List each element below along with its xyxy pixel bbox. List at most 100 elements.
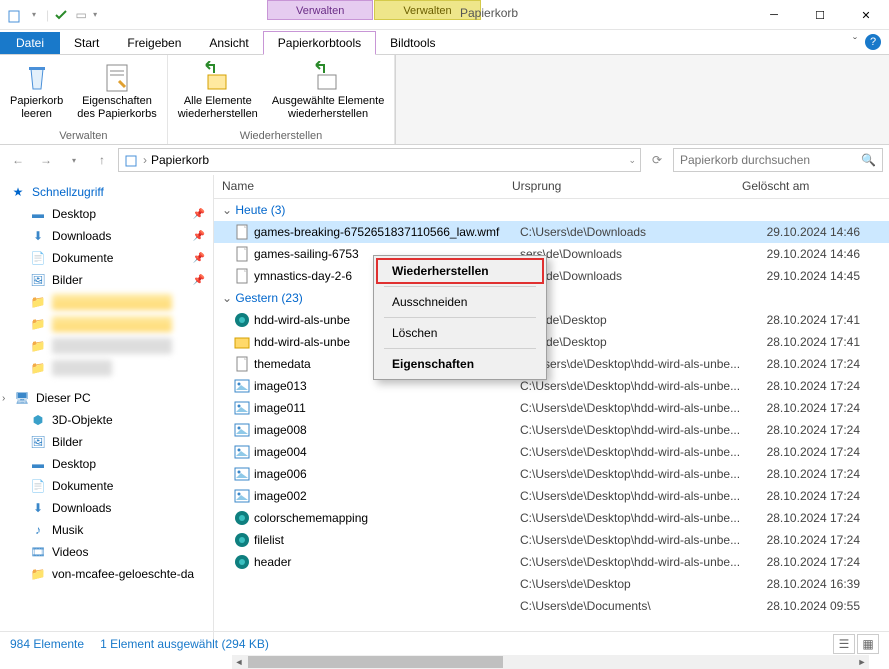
- file-name: image004: [254, 445, 520, 459]
- sidebar-3d-objects[interactable]: ⬢3D-Objekte: [0, 409, 213, 431]
- file-row[interactable]: games-breaking-6752651837110566_law.wmf …: [214, 221, 889, 243]
- address-bar: ← → ▾ ↑ › Papierkorb ⌄ ⟳ 🔍: [0, 145, 889, 175]
- file-row[interactable]: filelist C:\Users\de\Desktop\hdd-wird-al…: [214, 529, 889, 551]
- sidebar-item[interactable]: 📁: [0, 313, 213, 335]
- file-row[interactable]: hdd-wird-als-unbe sers\de\Desktop 28.10.…: [214, 309, 889, 331]
- sidebar-item[interactable]: 📁: [0, 291, 213, 313]
- up-button[interactable]: ↑: [90, 148, 114, 172]
- back-button[interactable]: ←: [6, 148, 30, 172]
- context-cut[interactable]: Ausschneiden: [376, 289, 544, 315]
- pictures-icon: 🖼: [30, 272, 46, 288]
- qat-dropdown-icon[interactable]: ▾: [26, 7, 42, 23]
- address-field[interactable]: › Papierkorb ⌄: [118, 148, 641, 172]
- file-row[interactable]: image006 C:\Users\de\Desktop\hdd-wird-al…: [214, 463, 889, 485]
- sidebar-documents[interactable]: 📄Dokumente📌: [0, 247, 213, 269]
- file-icon: [234, 334, 250, 350]
- sidebar-downloads2[interactable]: ⬇Downloads: [0, 497, 213, 519]
- sidebar-item[interactable]: 📁: [0, 335, 213, 357]
- context-restore[interactable]: Wiederherstellen: [376, 258, 544, 284]
- restore-selected-button[interactable]: Ausgewählte Elemente wiederherstellen: [270, 59, 387, 123]
- sidebar-quick-access[interactable]: ★ Schnellzugriff: [0, 181, 213, 203]
- column-name[interactable]: Name: [214, 175, 504, 198]
- forward-button[interactable]: →: [34, 148, 58, 172]
- refresh-button[interactable]: ⟳: [645, 148, 669, 172]
- maximize-button[interactable]: ☐: [797, 0, 843, 30]
- file-row[interactable]: games-sailing-6753 sers\de\Downloads 29.…: [214, 243, 889, 265]
- ribbon-collapse-icon[interactable]: ˇ: [853, 35, 857, 49]
- file-deleted: 29.10.2024 14:46: [750, 225, 870, 239]
- tab-start[interactable]: Start: [60, 32, 113, 54]
- close-button[interactable]: ✕: [843, 0, 889, 30]
- file-row[interactable]: themedata C:\Users\de\Desktop\hdd-wird-a…: [214, 353, 889, 375]
- context-delete[interactable]: Löschen: [376, 320, 544, 346]
- file-icon: [234, 598, 250, 614]
- file-deleted: 28.10.2024 17:24: [750, 555, 870, 569]
- horizontal-scrollbar[interactable]: ◄ ►: [232, 655, 869, 669]
- file-row[interactable]: C:\Users\de\Documents\ 28.10.2024 09:55: [214, 595, 889, 617]
- sidebar-downloads[interactable]: ⬇Downloads📌: [0, 225, 213, 247]
- file-row[interactable]: image013 C:\Users\de\Desktop\hdd-wird-al…: [214, 375, 889, 397]
- folder-icon: 📁: [30, 316, 46, 332]
- documents-icon: 📄: [30, 250, 46, 266]
- file-row[interactable]: image008 C:\Users\de\Desktop\hdd-wird-al…: [214, 419, 889, 441]
- file-row[interactable]: colorschememapping C:\Users\de\Desktop\h…: [214, 507, 889, 529]
- file-row[interactable]: image002 C:\Users\de\Desktop\hdd-wird-al…: [214, 485, 889, 507]
- file-row[interactable]: ymnastics-day-2-6 sers\de\Downloads 29.1…: [214, 265, 889, 287]
- search-input[interactable]: [680, 153, 876, 167]
- column-deleted[interactable]: Gelöscht am: [734, 175, 854, 198]
- view-details-button[interactable]: ☰: [833, 634, 855, 654]
- sidebar-this-pc[interactable]: ›🖥Dieser PC: [0, 387, 213, 409]
- context-tab-recycle[interactable]: Verwalten: [267, 0, 373, 20]
- group-today[interactable]: Heute (3): [214, 199, 889, 221]
- sidebar-pictures[interactable]: 🖼Bilder📌: [0, 269, 213, 291]
- qat-check-icon[interactable]: [53, 7, 69, 23]
- sidebar-pictures2[interactable]: 🖼Bilder: [0, 431, 213, 453]
- file-row[interactable]: C:\Users\de\Desktop 28.10.2024 16:39: [214, 573, 889, 595]
- file-row[interactable]: hdd-wird-als-unbe sers\de\Desktop 28.10.…: [214, 331, 889, 353]
- file-origin: sers\de\Downloads: [520, 269, 750, 283]
- file-row[interactable]: image011 C:\Users\de\Desktop\hdd-wird-al…: [214, 397, 889, 419]
- tab-share[interactable]: Freigeben: [113, 32, 195, 54]
- sidebar-desktop[interactable]: ▬Desktop📌: [0, 203, 213, 225]
- chevron-right-icon[interactable]: ›: [2, 393, 5, 404]
- context-properties[interactable]: Eigenschaften: [376, 351, 544, 377]
- titlebar: ▾ | ▭ ▾ Verwalten Verwalten Papierkorb ─…: [0, 0, 889, 30]
- view-icons-button[interactable]: ▦: [857, 634, 879, 654]
- qat-dropdown-icon[interactable]: ▾: [93, 10, 97, 19]
- empty-recycle-button[interactable]: Papierkorb leeren: [8, 59, 65, 123]
- file-deleted: 29.10.2024 14:45: [750, 269, 870, 283]
- file-icon: [234, 554, 250, 570]
- file-deleted: 28.10.2024 17:24: [750, 467, 870, 481]
- file-name: image008: [254, 423, 520, 437]
- sidebar-documents2[interactable]: 📄Dokumente: [0, 475, 213, 497]
- tab-view[interactable]: Ansicht: [195, 32, 262, 54]
- sidebar-item[interactable]: 📁: [0, 357, 213, 379]
- column-origin[interactable]: Ursprung: [504, 175, 734, 198]
- file-icon: [234, 532, 250, 548]
- group-yesterday[interactable]: Gestern (23): [214, 287, 889, 309]
- file-origin: sers\de\Desktop: [520, 335, 750, 349]
- ribbon-group-restore: Wiederherstellen: [240, 130, 323, 142]
- file-row[interactable]: image004 C:\Users\de\Desktop\hdd-wird-al…: [214, 441, 889, 463]
- sidebar-desktop2[interactable]: ▬Desktop: [0, 453, 213, 475]
- recycle-properties-button[interactable]: Eigenschaften des Papierkorbs: [75, 59, 159, 123]
- breadcrumb[interactable]: Papierkorb: [151, 153, 209, 167]
- tab-image-tools[interactable]: Bildtools: [376, 32, 449, 54]
- file-row[interactable]: header C:\Users\de\Desktop\hdd-wird-als-…: [214, 551, 889, 573]
- sidebar-videos[interactable]: 🎞Videos: [0, 541, 213, 563]
- tab-file[interactable]: Datei: [0, 32, 60, 54]
- file-list: Name Ursprung Gelöscht am Heute (3) game…: [214, 175, 889, 649]
- qat-folder-icon[interactable]: ▭: [73, 7, 89, 23]
- recent-button[interactable]: ▾: [62, 148, 86, 172]
- sidebar-folder[interactable]: 📁von-mcafee-geloeschte-da: [0, 563, 213, 585]
- help-icon[interactable]: ?: [865, 34, 881, 50]
- search-field[interactable]: 🔍: [673, 148, 883, 172]
- restore-all-button[interactable]: Alle Elemente wiederherstellen: [176, 59, 260, 123]
- file-origin: C:\Users\de\Desktop\hdd-wird-als-unbe...: [520, 357, 750, 371]
- recycle-bin-icon: [123, 152, 139, 168]
- minimize-button[interactable]: ─: [751, 0, 797, 30]
- tab-recycle-tools[interactable]: Papierkorbtools: [263, 31, 376, 55]
- ribbon-tabs: Datei Start Freigeben Ansicht Papierkorb…: [0, 30, 889, 55]
- file-icon: [234, 378, 250, 394]
- sidebar-music[interactable]: ♪Musik: [0, 519, 213, 541]
